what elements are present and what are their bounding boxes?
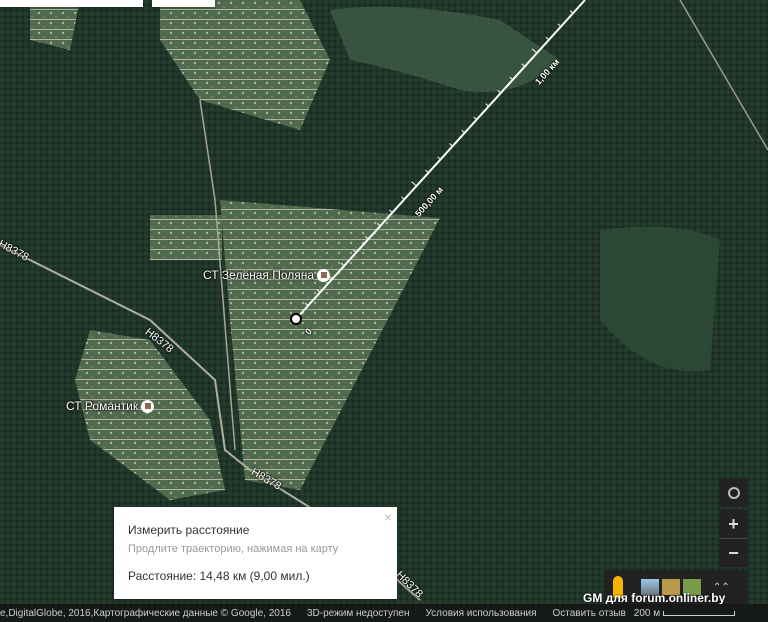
feedback-link[interactable]: Оставить отзыв xyxy=(553,608,626,619)
measure-distance-card: Измерить расстояние Продлите траекторию,… xyxy=(114,507,397,599)
scale-label[interactable]: 200 м xyxy=(634,608,660,619)
scale-bar xyxy=(663,610,736,616)
place-label-zelenaya-polyana[interactable]: СТ Зелёная Поляна xyxy=(203,268,331,282)
close-icon[interactable]: × xyxy=(384,509,392,525)
place-label-romantik[interactable]: СТ Романтик xyxy=(66,399,155,413)
terms-link[interactable]: Условия использования xyxy=(426,608,537,619)
footer-bar: e,DigitalGlobe, 2016,Картографические да… xyxy=(0,604,768,622)
3d-unavailable: 3D-режим недоступен xyxy=(306,607,410,619)
attribution: e,DigitalGlobe, 2016,Картографические да… xyxy=(0,607,291,619)
my-location-button[interactable] xyxy=(719,478,748,507)
place-marker-icon xyxy=(141,399,155,413)
measure-distance: Расстояние: 14,48 км (9,00 мил.) xyxy=(128,569,310,583)
search-box[interactable] xyxy=(0,0,143,7)
directions-box[interactable] xyxy=(152,0,215,7)
brand-label: GM для forum.onliner.by xyxy=(583,591,726,605)
measure-start-point[interactable] xyxy=(290,313,302,325)
measure-title: Измерить расстояние xyxy=(128,523,250,537)
zoom-out-button[interactable]: − xyxy=(719,538,748,567)
place-marker-icon xyxy=(317,268,331,282)
location-target-icon xyxy=(727,486,740,499)
zoom-in-button[interactable]: + xyxy=(719,510,748,538)
measure-hint: Продлите траекторию, нажимая на карту xyxy=(128,543,339,555)
